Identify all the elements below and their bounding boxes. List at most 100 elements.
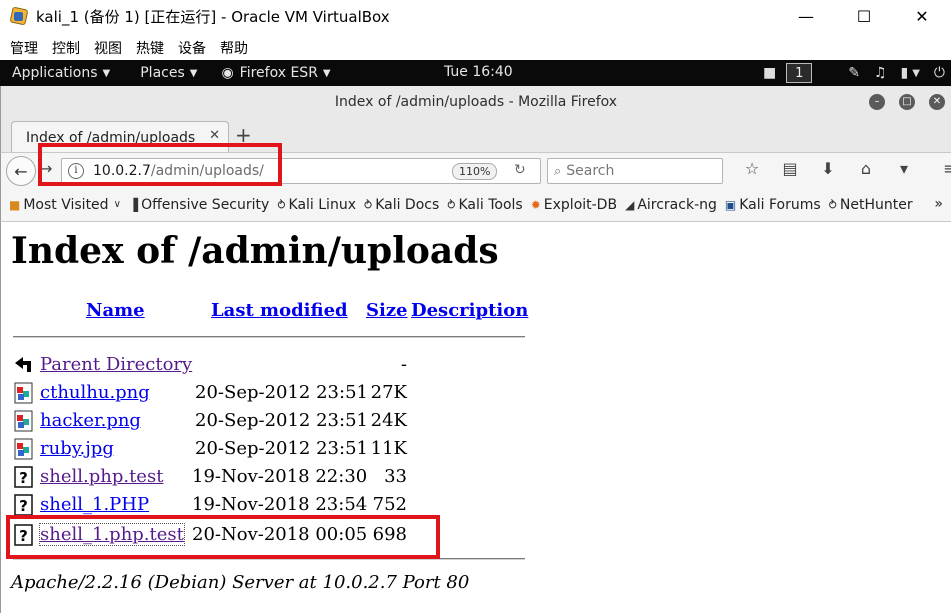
file-size: - (400, 354, 407, 375)
exploit-db-icon: ✹ (530, 197, 541, 212)
column-header-last-modified[interactable]: Last modified (211, 300, 348, 321)
clock[interactable]: Tue 16:40 (444, 64, 513, 80)
file-highlight-box (6, 515, 440, 559)
back-icon (15, 357, 31, 372)
file-link[interactable]: hacker.png (40, 410, 141, 431)
column-header-name[interactable]: Name (86, 300, 145, 321)
virtualbox-app-icon (8, 6, 30, 26)
caret-down-icon: ∨ (113, 199, 121, 210)
firefox-window-title: Index of /admin/uploads - Mozilla Firefo… (334, 94, 618, 110)
menu-view[interactable]: 视图 (94, 38, 122, 58)
bookmark-most-visited[interactable]: ■ Most Visited ∨ (9, 197, 121, 213)
power-icon[interactable]: ⏻ (934, 65, 945, 81)
reload-icon[interactable]: ↻ (514, 162, 526, 178)
kali-dragon-icon: ⥁ (828, 197, 837, 212)
bookmark-label: Most Visited (23, 196, 109, 213)
applications-menu[interactable]: Applications ▼ (12, 65, 110, 81)
column-header-size[interactable]: Size (366, 300, 408, 321)
workspace-indicator[interactable]: 1 (786, 63, 813, 83)
bookmark-kali-docs[interactable]: ⥁ Kali Docs (364, 197, 439, 213)
table-row: ruby.jpg 20-Sep-2012 23:51 11K (1, 436, 601, 464)
arrow-left-icon: ← (14, 161, 28, 181)
file-link[interactable]: Parent Directory (40, 354, 192, 375)
menu-devices[interactable]: 设备 (178, 38, 206, 58)
bookmark-star-icon[interactable]: ☆ (733, 159, 771, 178)
file-link[interactable]: cthulhu.png (40, 382, 150, 403)
file-size: 24K (370, 410, 407, 431)
column-header-description[interactable]: Description (411, 300, 528, 321)
aircrack-icon: ◢ (625, 197, 635, 212)
bookmark-label: Kali Tools (458, 196, 523, 213)
minimize-button[interactable]: — (777, 0, 835, 32)
file-date: 20-Sep-2012 23:51 (195, 410, 368, 431)
reading-list-icon[interactable]: ▤ (771, 159, 809, 178)
menu-hotkey[interactable]: 热键 (136, 38, 164, 58)
bookmark-aircrack-ng[interactable]: ◢ Aircrack-ng (625, 197, 717, 213)
virtualbox-window-title: kali_1 (备份 1) [正在运行] - Oracle VM Virtual… (36, 7, 390, 26)
bookmark-label: Kali Linux (288, 196, 356, 213)
table-row: cthulhu.png 20-Sep-2012 23:51 27K (1, 380, 601, 408)
caret-down-icon: ▼ (189, 67, 198, 79)
firefox-app-menu[interactable]: ◉ Firefox ESR ▼ (221, 65, 330, 81)
applications-label: Applications (12, 65, 98, 81)
places-menu[interactable]: Places ▼ (140, 65, 197, 81)
menu-manage[interactable]: 管理 (10, 38, 38, 58)
svg-text:?: ? (19, 497, 28, 515)
bookmark-offensive-security[interactable]: ▐ Offensive Security (129, 197, 269, 213)
file-date: 20-Sep-2012 23:51 (195, 438, 368, 459)
pocket-icon[interactable]: ▾ (885, 159, 923, 178)
kali-dragon-icon: ⥁ (277, 197, 286, 212)
file-link[interactable]: shell_1.PHP (40, 494, 149, 515)
maximize-button[interactable]: □ (899, 94, 915, 110)
pen-icon[interactable]: ✎ (848, 65, 860, 81)
file-size: 752 (372, 494, 407, 515)
bookmark-label: Kali Forums (739, 196, 821, 213)
file-date: 20-Sep-2012 23:51 (195, 382, 368, 403)
unknown-file-icon: ? (14, 494, 33, 516)
close-tab-icon[interactable]: ✕ (209, 128, 220, 143)
system-menu-caret-icon[interactable]: ▼ (912, 68, 920, 79)
search-icon: ⌕ (554, 163, 562, 179)
search-input[interactable]: Search (566, 163, 614, 179)
close-button[interactable]: ✕ (893, 0, 951, 32)
back-button[interactable]: ← (6, 156, 36, 186)
maximize-button[interactable]: ☐ (835, 0, 893, 32)
bookmark-kali-linux[interactable]: ⥁ Kali Linux (277, 197, 356, 213)
close-button[interactable]: ✕ (929, 94, 945, 110)
bookmark-label: Aircrack-ng (637, 196, 717, 213)
bookmark-exploit-db[interactable]: ✹ Exploit-DB (531, 197, 617, 213)
image-icon (14, 410, 33, 432)
bookmarks-overflow-icon[interactable]: » (934, 196, 943, 212)
kali-forums-icon: ▣ (724, 197, 737, 212)
hamburger-menu-icon[interactable]: ≡ (931, 159, 951, 178)
kali-dragon-icon: ⥁ (447, 197, 456, 212)
file-date: 19-Nov-2018 22:30 (192, 466, 368, 487)
downloads-icon[interactable]: ⬇ (809, 159, 847, 178)
file-link[interactable]: ruby.jpg (40, 438, 114, 459)
caret-down-icon: ▼ (102, 67, 111, 79)
file-date: 19-Nov-2018 23:54 (192, 494, 368, 515)
zoom-level-badge[interactable]: 110% (452, 163, 498, 180)
bookmark-kali-tools[interactable]: ⥁ Kali Tools (447, 197, 522, 213)
page-title: Index of /admin/uploads (11, 230, 499, 272)
minimize-button[interactable]: – (869, 94, 885, 110)
battery-icon[interactable]: ▮ (901, 65, 909, 81)
image-icon (14, 438, 33, 460)
kali-dragon-icon: ⥁ (363, 197, 373, 212)
bookmark-label: Offensive Security (141, 196, 270, 213)
menu-control[interactable]: 控制 (52, 38, 80, 58)
volume-icon[interactable]: ♫ (874, 65, 887, 81)
file-link[interactable]: shell.php.test (40, 466, 163, 487)
camera-icon[interactable]: ■ (763, 65, 776, 81)
home-icon[interactable]: ⌂ (847, 159, 885, 178)
virtualbox-titlebar: kali_1 (备份 1) [正在运行] - Oracle VM Virtual… (0, 0, 951, 32)
bookmark-kali-forums[interactable]: ▣ Kali Forums (725, 197, 821, 213)
menu-help[interactable]: 帮助 (220, 38, 248, 58)
firefox-titlebar: Index of /admin/uploads - Mozilla Firefo… (0, 86, 951, 118)
bookmark-label: Kali Docs (375, 196, 440, 213)
search-bar[interactable]: ⌕ Search (547, 158, 723, 184)
firefox-app-label: Firefox ESR (239, 65, 318, 81)
places-label: Places (140, 65, 185, 81)
file-size: 27K (370, 382, 407, 403)
bookmark-nethunter[interactable]: ⥁ NetHunter (829, 197, 913, 213)
